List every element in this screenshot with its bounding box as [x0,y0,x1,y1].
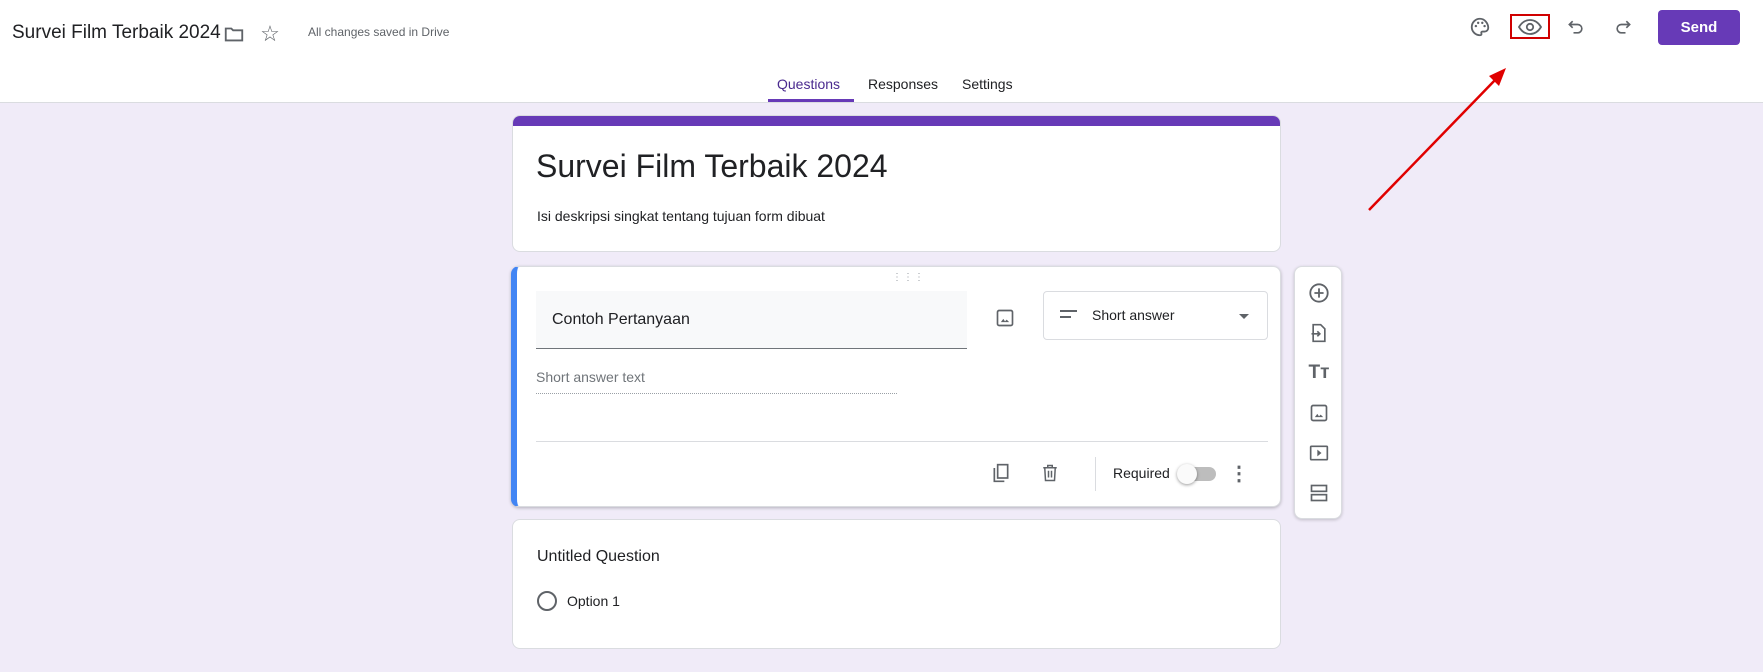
question-type-label: Short answer [1092,307,1175,323]
palette-icon[interactable] [1466,13,1494,41]
required-toggle[interactable] [1177,464,1216,484]
side-toolbar: Tт [1294,266,1342,519]
option-label[interactable]: Option 1 [567,593,620,609]
more-options-icon[interactable]: ⋮ [1229,459,1249,487]
add-title-icon[interactable]: Tт [1305,359,1333,387]
add-image-icon[interactable] [991,304,1019,332]
answer-underline [536,393,897,394]
toolbar-divider [1095,457,1096,491]
short-answer-placeholder: Short answer text [536,369,645,385]
add-question-icon[interactable] [1305,279,1333,307]
question-card-active[interactable]: ⋮⋮⋮ Contoh Pertanyaan Short answer Short… [511,266,1281,507]
radio-button[interactable] [537,591,557,611]
active-tab-indicator [768,99,854,102]
folder-icon[interactable] [220,20,248,48]
save-status: All changes saved in Drive [308,25,450,39]
question-title[interactable]: Untitled Question [537,548,660,566]
required-label: Required [1113,465,1170,481]
delete-icon[interactable] [1036,459,1064,487]
add-section-icon[interactable] [1305,479,1333,507]
send-button[interactable]: Send [1658,10,1740,45]
chevron-down-icon [1239,314,1249,319]
drag-handle-icon[interactable]: ⋮⋮⋮ [892,272,925,283]
add-image-icon[interactable] [1305,399,1333,427]
divider [536,441,1268,442]
form-header-card: Survei Film Terbaik 2024 Isi deskripsi s… [512,115,1281,252]
redo-icon[interactable] [1609,13,1637,41]
form-title[interactable]: Survei Film Terbaik 2024 [536,148,888,185]
tab-settings[interactable]: Settings [962,76,1013,92]
duplicate-icon[interactable] [987,459,1015,487]
question-card[interactable]: Untitled Question Option 1 [512,519,1281,649]
question-title-text: Contoh Pertanyaan [552,311,690,328]
top-header: Survei Film Terbaik 2024 ☆ All changes s… [0,0,1763,103]
short-answer-icon [1060,310,1077,312]
tab-questions[interactable]: Questions [777,76,840,92]
undo-icon[interactable] [1562,13,1590,41]
add-video-icon[interactable] [1305,439,1333,467]
import-questions-icon[interactable] [1305,319,1333,347]
star-icon[interactable]: ☆ [256,20,284,48]
question-type-dropdown[interactable]: Short answer [1043,291,1268,340]
form-description[interactable]: Isi deskripsi singkat tentang tujuan for… [537,208,825,224]
tab-responses[interactable]: Responses [868,76,938,92]
eye-icon[interactable] [1510,14,1550,39]
question-title-input[interactable]: Contoh Pertanyaan [536,291,967,349]
form-title-header[interactable]: Survei Film Terbaik 2024 [12,22,221,44]
